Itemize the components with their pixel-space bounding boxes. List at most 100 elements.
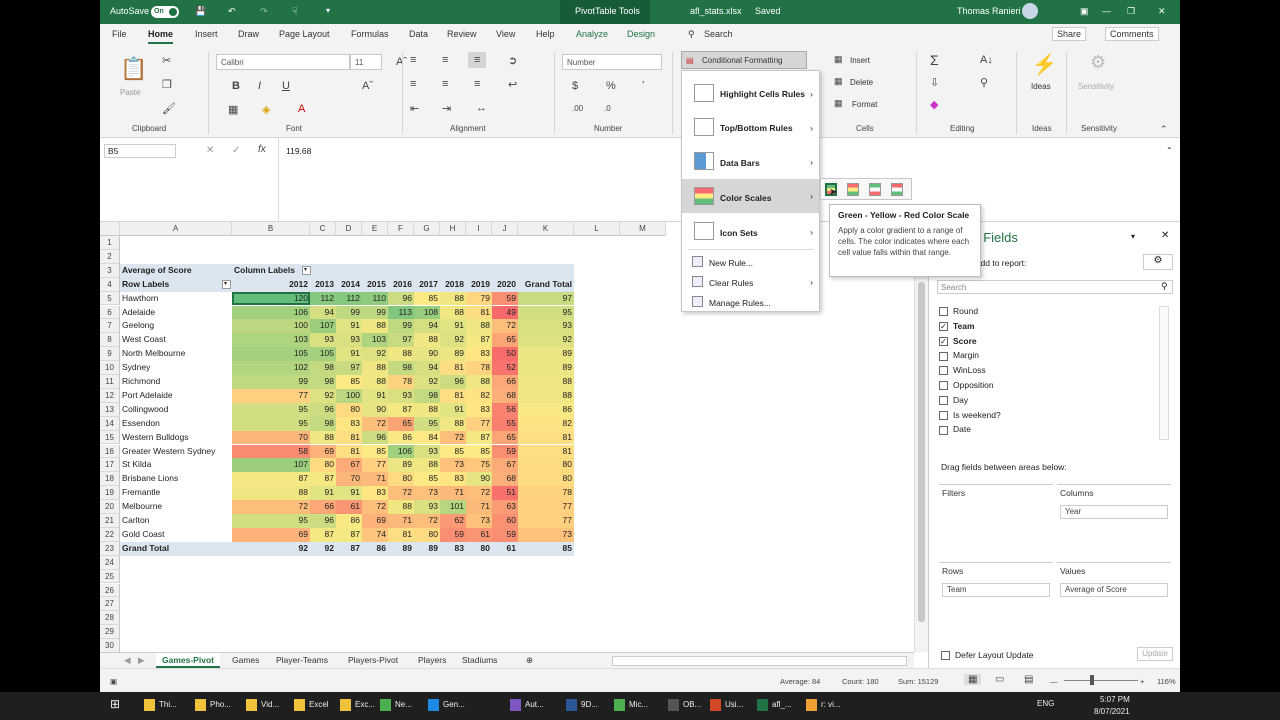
tab-help[interactable]: Help [536, 29, 555, 39]
vertical-scrollbar[interactable] [914, 222, 928, 652]
pivot-value-cell[interactable]: 73 [414, 486, 440, 501]
pivot-value-cell[interactable]: 107 [232, 458, 310, 473]
pivot-value-cell[interactable]: 98 [414, 388, 440, 403]
pivot-value-cell[interactable]: 49 [492, 305, 518, 320]
column-header[interactable]: H [440, 222, 466, 236]
comments-button[interactable]: Comments [1105, 27, 1159, 41]
pivot-value-cell[interactable]: 98 [310, 416, 336, 431]
pane-options-icon[interactable]: ▾ [1131, 232, 1135, 241]
field-search-input[interactable]: Search [937, 280, 1173, 294]
taskbar-item[interactable]: Exc... [340, 699, 375, 711]
pivot-value-cell[interactable]: 72 [440, 430, 466, 445]
bold-icon[interactable]: B [232, 80, 240, 92]
pivot-value-cell[interactable]: 88 [232, 486, 310, 501]
team-label[interactable]: Greater Western Sydney [120, 445, 232, 459]
pivot-value-cell[interactable]: 95 [232, 416, 310, 431]
pivot-value-cell[interactable]: 92 [440, 333, 466, 348]
field-winloss[interactable]: WinLoss [939, 365, 986, 376]
grand-total-cell[interactable]: 95 [518, 305, 574, 320]
filters-area[interactable]: Filters [939, 484, 1053, 548]
row-header[interactable]: 25 [100, 569, 120, 584]
pivot-value-cell[interactable]: 68 [492, 388, 518, 403]
percent-icon[interactable]: % [606, 80, 616, 92]
team-label[interactable]: Hawthorn [120, 292, 232, 306]
pivot-value-cell[interactable]: 87 [388, 402, 414, 417]
row-header[interactable]: 5 [100, 291, 120, 306]
pivot-value-cell[interactable]: 93 [310, 333, 336, 348]
red-yellow-green-scale[interactable] [847, 183, 859, 196]
enter-icon[interactable]: ✓ [232, 145, 240, 156]
macro-record-icon[interactable]: ▣ [110, 677, 117, 686]
grand-total-cell[interactable]: 80 [518, 458, 574, 473]
pivot-value-cell[interactable]: 81 [336, 430, 362, 445]
field-opposition[interactable]: Opposition [939, 380, 994, 391]
year-header[interactable]: 2017 [414, 277, 440, 292]
pivot-value-cell[interactable]: 113 [388, 305, 414, 320]
ideas-icon[interactable]: ⚡ [1032, 52, 1057, 77]
tab-page-layout[interactable]: Page Layout [279, 29, 330, 39]
orientation-icon[interactable]: ➲ [508, 54, 517, 67]
pivot-value-cell[interactable]: 83 [440, 472, 466, 487]
grand-total-cell[interactable]: 89 [518, 347, 574, 362]
tab-data[interactable]: Data [409, 29, 428, 39]
borders-icon[interactable]: ▦ [228, 103, 238, 116]
team-label[interactable]: Fremantle [120, 486, 232, 500]
taskbar-item[interactable]: r: vi... [806, 699, 841, 711]
sheet-tab-players-pivot[interactable]: Players-Pivot [342, 653, 404, 668]
pivot-value-cell[interactable]: 88 [388, 347, 414, 362]
rows-area[interactable]: Rows Team [939, 562, 1053, 626]
grand-total-cell[interactable]: 82 [518, 416, 574, 431]
start-icon[interactable]: ⊞ [110, 697, 120, 711]
pivot-value-cell[interactable]: 85 [414, 472, 440, 487]
pivot-value-cell[interactable]: 87 [336, 527, 362, 542]
pivot-value-cell[interactable]: 85 [336, 375, 362, 389]
pivot-value-cell[interactable]: 107 [310, 319, 336, 334]
column-header[interactable]: G [414, 222, 440, 236]
grand-total-cell[interactable]: 93 [518, 319, 574, 334]
column-labels-cell[interactable]: Column Labels [232, 263, 310, 278]
pivot-value-cell[interactable]: 58 [232, 444, 310, 459]
align-bottom-icon[interactable]: ≡ [468, 52, 487, 68]
clock-time[interactable]: 5:07 PM [1100, 695, 1130, 704]
field-team[interactable]: ✓ Team [939, 321, 975, 332]
customize-qat-icon[interactable]: ▾ [326, 6, 330, 15]
copy-icon[interactable]: ❐ [162, 78, 172, 91]
tab-insert[interactable]: Insert [195, 29, 218, 39]
font-size-input[interactable]: 11 [350, 54, 382, 70]
team-label[interactable]: Brisbane Lions [120, 472, 232, 486]
pivot-value-cell[interactable]: 59 [492, 291, 518, 306]
redo-icon[interactable]: ↷ [260, 6, 268, 17]
row-header[interactable]: 24 [100, 555, 120, 570]
team-label[interactable]: Carlton [120, 514, 232, 528]
menu-manage-rules[interactable]: Manage Rules... [682, 293, 819, 313]
pivot-value-cell[interactable]: 55 [492, 416, 518, 431]
tab-view[interactable]: View [496, 29, 515, 39]
checkbox[interactable] [939, 351, 948, 361]
add-sheet-icon[interactable]: ⊕ [520, 653, 539, 668]
grand-total-cell[interactable]: 88 [518, 388, 574, 403]
year-header[interactable]: 2018 [440, 277, 466, 292]
column-header[interactable]: E [362, 222, 388, 236]
pivot-value-cell[interactable]: 97 [388, 333, 414, 348]
row-header[interactable]: 27 [100, 597, 120, 612]
pivot-value-cell[interactable]: 96 [310, 402, 336, 417]
pivot-value-cell[interactable]: 83 [362, 486, 388, 501]
pivot-value-cell[interactable]: 90 [362, 402, 388, 417]
row-header[interactable]: 20 [100, 500, 120, 514]
clear-icon[interactable]: ◆ [930, 98, 938, 111]
team-label[interactable]: Collingwood [120, 403, 232, 417]
team-label[interactable]: Essendon [120, 417, 232, 431]
pivot-value-cell[interactable]: 72 [466, 486, 492, 501]
pivot-value-cell[interactable]: 50 [492, 347, 518, 362]
zoom-slider[interactable] [1064, 680, 1138, 681]
team-label[interactable]: Sydney [120, 361, 232, 375]
rows-field-team[interactable]: Team [942, 583, 1050, 597]
merge-center-icon[interactable]: ↔ [476, 102, 487, 114]
columns-area[interactable]: Columns Year [1057, 484, 1171, 548]
select-all-corner[interactable] [100, 222, 120, 236]
menu-highlight-cells-rules[interactable]: Highlight Cells Rules › [682, 77, 819, 109]
row-labels-cell[interactable]: Row Labels [120, 277, 232, 292]
pivot-value-cell[interactable]: 79 [466, 291, 492, 306]
conditional-formatting-button[interactable]: ▤ Conditional Formatting [681, 51, 807, 69]
pivot-value-cell[interactable]: 70 [232, 430, 310, 445]
